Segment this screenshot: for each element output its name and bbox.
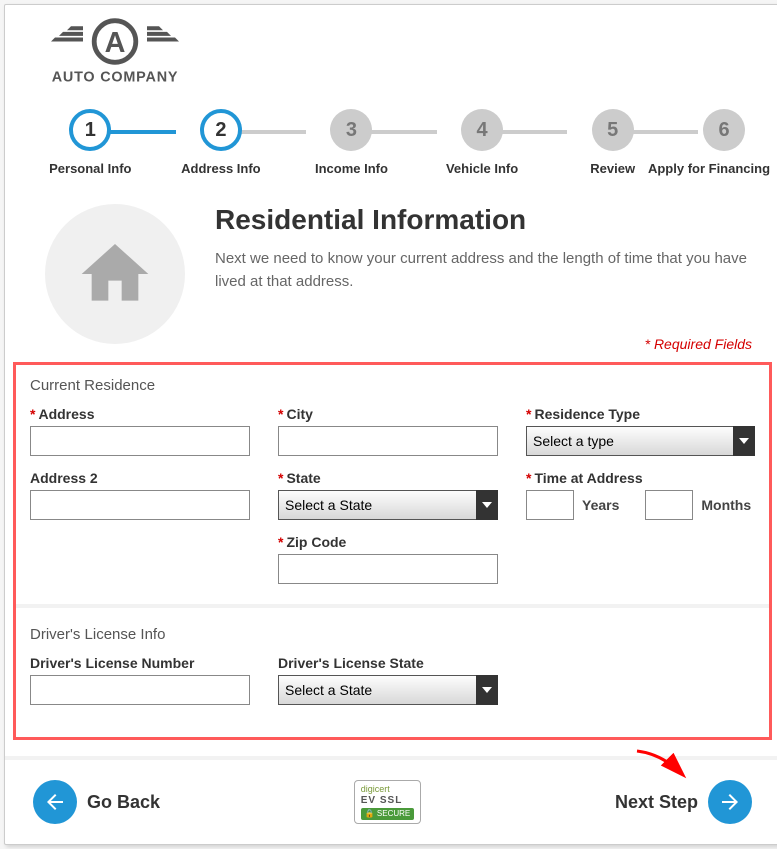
address-label: *Address	[30, 406, 250, 422]
address2-input[interactable]	[30, 490, 250, 520]
years-label: Years	[582, 497, 619, 513]
residence-type-label: *Residence Type	[526, 406, 755, 422]
step-number: 1	[69, 109, 111, 151]
city-input[interactable]	[278, 426, 498, 456]
state-select[interactable]: Select a State	[278, 490, 498, 520]
step-number: 3	[330, 109, 372, 151]
svg-text:AUTO COMPANY: AUTO COMPANY	[52, 70, 179, 86]
arrow-right-icon	[708, 780, 752, 824]
bottom-nav: Go Back digicert EV SSL 🔒 SECURE Next St…	[5, 756, 777, 824]
section-divider	[16, 604, 769, 608]
step-personal-info[interactable]: 1 Personal Info	[25, 109, 156, 176]
step-number: 4	[461, 109, 503, 151]
step-address-info[interactable]: 2 Address Info	[156, 109, 287, 176]
section-title-residence: Current Residence	[30, 377, 755, 394]
section-title-license: Driver's License Info	[30, 626, 755, 643]
step-number: 5	[592, 109, 634, 151]
dl-number-label: Driver's License Number	[30, 655, 250, 671]
progress-stepper: 1 Personal Info 2 Address Info 3 Income …	[5, 99, 777, 186]
svg-text:A: A	[105, 27, 126, 59]
months-input[interactable]	[645, 490, 693, 520]
time-at-address-label: *Time at Address	[526, 470, 755, 486]
app-window: A AUTO COMPANY 1 Personal Info 2 Address…	[4, 4, 777, 845]
step-vehicle-info[interactable]: 4 Vehicle Info	[417, 109, 548, 176]
security-badge: digicert EV SSL 🔒 SECURE	[354, 780, 422, 823]
step-label: Income Info	[315, 161, 388, 176]
step-label: Review	[590, 161, 635, 176]
step-label: Address Info	[181, 161, 260, 176]
step-apply-financing[interactable]: 6 Apply for Financing	[678, 109, 770, 176]
logo: A AUTO COMPANY	[5, 5, 777, 99]
address-input[interactable]	[30, 426, 250, 456]
dl-state-label: Driver's License State	[278, 655, 498, 671]
city-label: *City	[278, 406, 498, 422]
arrow-left-icon	[33, 780, 77, 824]
page-header: Residential Information Next we need to …	[5, 186, 777, 354]
logo-icon: A AUTO COMPANY	[35, 11, 195, 96]
step-number: 6	[703, 109, 745, 151]
page-title: Residential Information	[215, 204, 752, 236]
step-label: Apply for Financing	[648, 161, 770, 176]
go-back-button[interactable]: Go Back	[33, 780, 160, 824]
dl-number-input[interactable]	[30, 675, 250, 705]
step-label: Personal Info	[49, 161, 131, 176]
home-icon	[45, 204, 185, 344]
step-label: Vehicle Info	[446, 161, 518, 176]
next-step-button[interactable]: Next Step	[615, 780, 752, 824]
address2-label: Address 2	[30, 470, 250, 486]
zip-label: *Zip Code	[278, 534, 498, 550]
dl-state-select[interactable]: Select a State	[278, 675, 498, 705]
state-label: *State	[278, 470, 498, 486]
step-number: 2	[200, 109, 242, 151]
page-subtitle: Next we need to know your current addres…	[215, 248, 752, 293]
zip-input[interactable]	[278, 554, 498, 584]
years-input[interactable]	[526, 490, 574, 520]
form-highlighted-section: Current Residence *Address *City *Reside…	[13, 362, 772, 740]
residence-type-select[interactable]: Select a type	[526, 426, 755, 456]
months-label: Months	[701, 497, 751, 513]
step-income-info[interactable]: 3 Income Info	[286, 109, 417, 176]
